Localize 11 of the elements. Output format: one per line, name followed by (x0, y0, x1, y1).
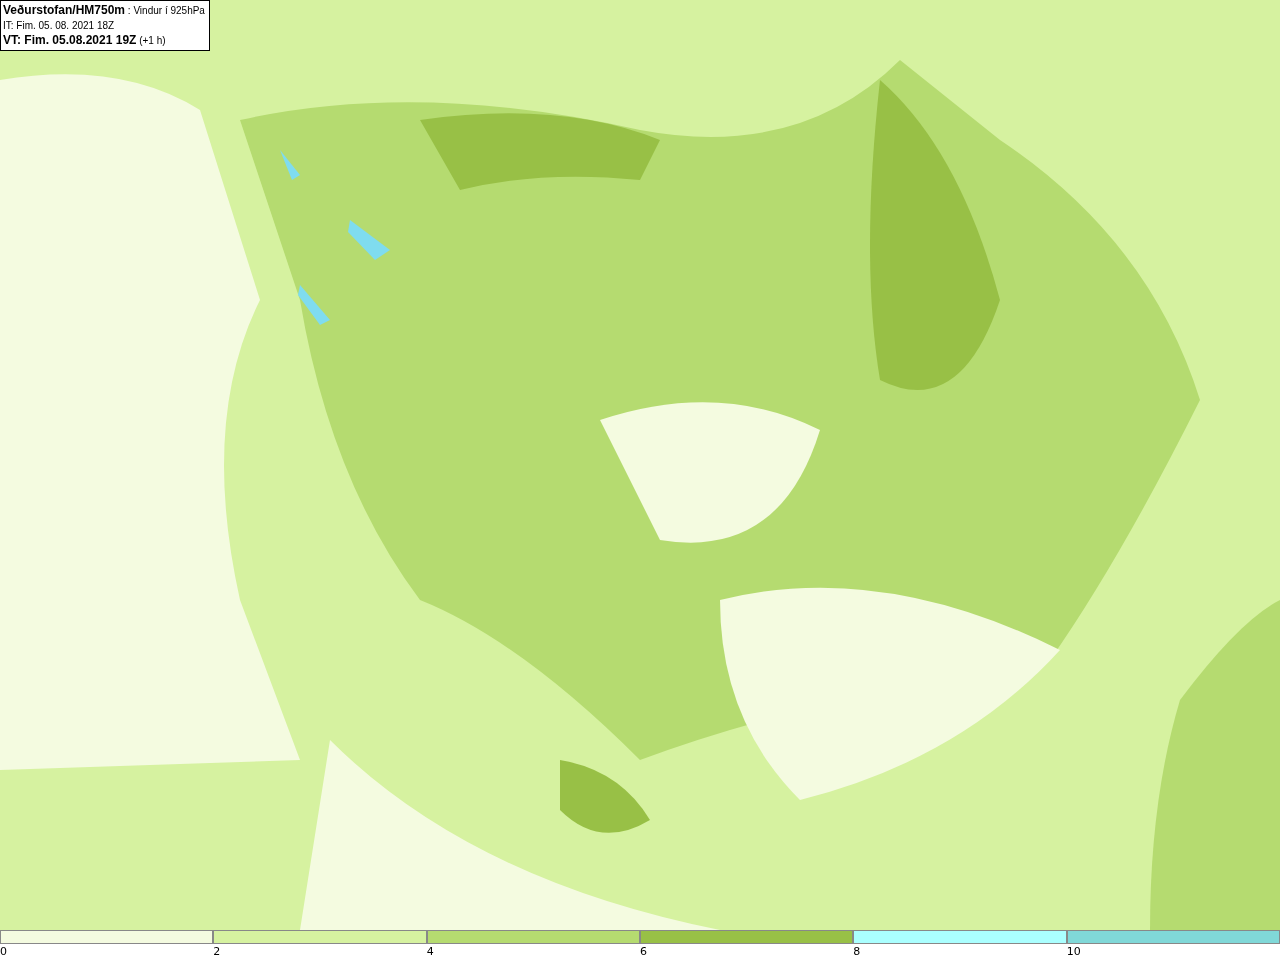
initial-time: IT: Fim. 05. 08. 2021 18Z (3, 19, 116, 33)
valid-time: VT: Fim. 05.08.2021 19Z (3, 33, 137, 47)
legend-label: 6 (640, 944, 647, 959)
legend-label: 2 (213, 944, 221, 959)
source-title: Veðurstofan/HM750m (3, 3, 126, 17)
offset-label: (+1 h) (139, 35, 166, 46)
legend-label: 0 (0, 944, 7, 959)
legend-label: 8 (853, 944, 861, 959)
parameter-label: : Vindur í 925hPa (127, 5, 205, 16)
legend-label: 10 (1066, 944, 1081, 959)
legend-label: 4 (426, 944, 434, 959)
